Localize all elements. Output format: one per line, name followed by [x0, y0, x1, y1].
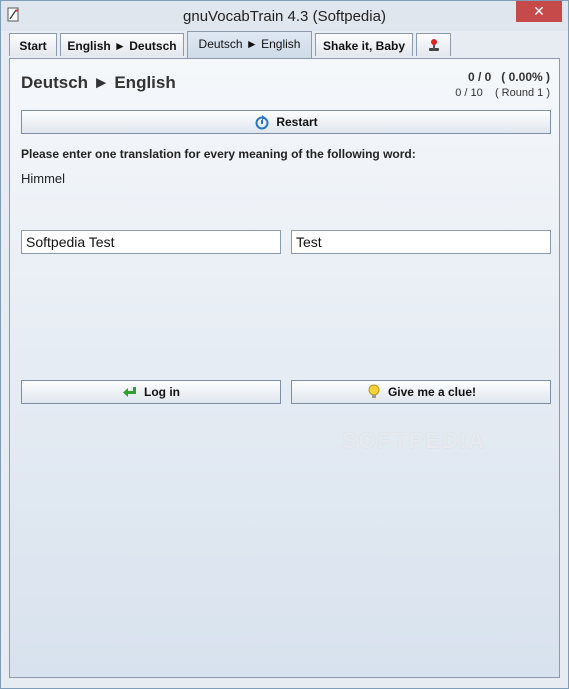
query-word: Himmel [21, 171, 66, 186]
softpedia-watermark: SOFTPEDIA [342, 428, 486, 453]
restart-button[interactable]: Restart [21, 110, 551, 134]
tab-start[interactable]: Start [9, 33, 57, 56]
direction-heading: Deutsch ► English [21, 73, 176, 92]
restart-icon [255, 115, 269, 130]
restart-label: Restart [276, 115, 318, 129]
lightbulb-icon [368, 384, 380, 398]
log-in-label: Log in [144, 385, 180, 399]
tab-game[interactable] [416, 33, 451, 56]
tab-shake-it-baby[interactable]: Shake it, Baby [315, 33, 413, 56]
enter-arrow-icon [123, 387, 136, 397]
translation-input-1[interactable] [21, 230, 281, 254]
progress-readout: 0 / 10 ( Round 1 ) [455, 87, 550, 99]
tab-english-deutsch[interactable]: English ► Deutsch [60, 33, 184, 56]
instruction-text: Please enter one translation for every m… [21, 147, 416, 161]
score-readout: 0 / 0 ( 0.00% ) [467, 70, 550, 84]
log-in-button[interactable]: Log in [21, 380, 281, 404]
tab-strip: Start English ► Deutsch Deutsch ► Englis… [9, 31, 560, 58]
close-button[interactable]: ✕ [516, 1, 562, 22]
joystick-icon [428, 39, 439, 51]
window-title: gnuVocabTrain 4.3 (Softpedia) [183, 8, 386, 25]
give-clue-button[interactable]: Give me a clue! [291, 380, 551, 404]
app-window: gnuVocabTrain 4.3 (Softpedia) ✕ Start En… [0, 0, 569, 689]
tab-deutsch-english[interactable]: Deutsch ► English [187, 31, 312, 58]
quiz-panel: Deutsch ► English 0 / 0 ( 0.00% ) 0 / 10… [9, 58, 560, 678]
title-bar[interactable]: gnuVocabTrain 4.3 (Softpedia) ✕ [1, 1, 568, 31]
translation-input-2[interactable] [291, 230, 551, 254]
give-clue-label: Give me a clue! [387, 385, 477, 399]
